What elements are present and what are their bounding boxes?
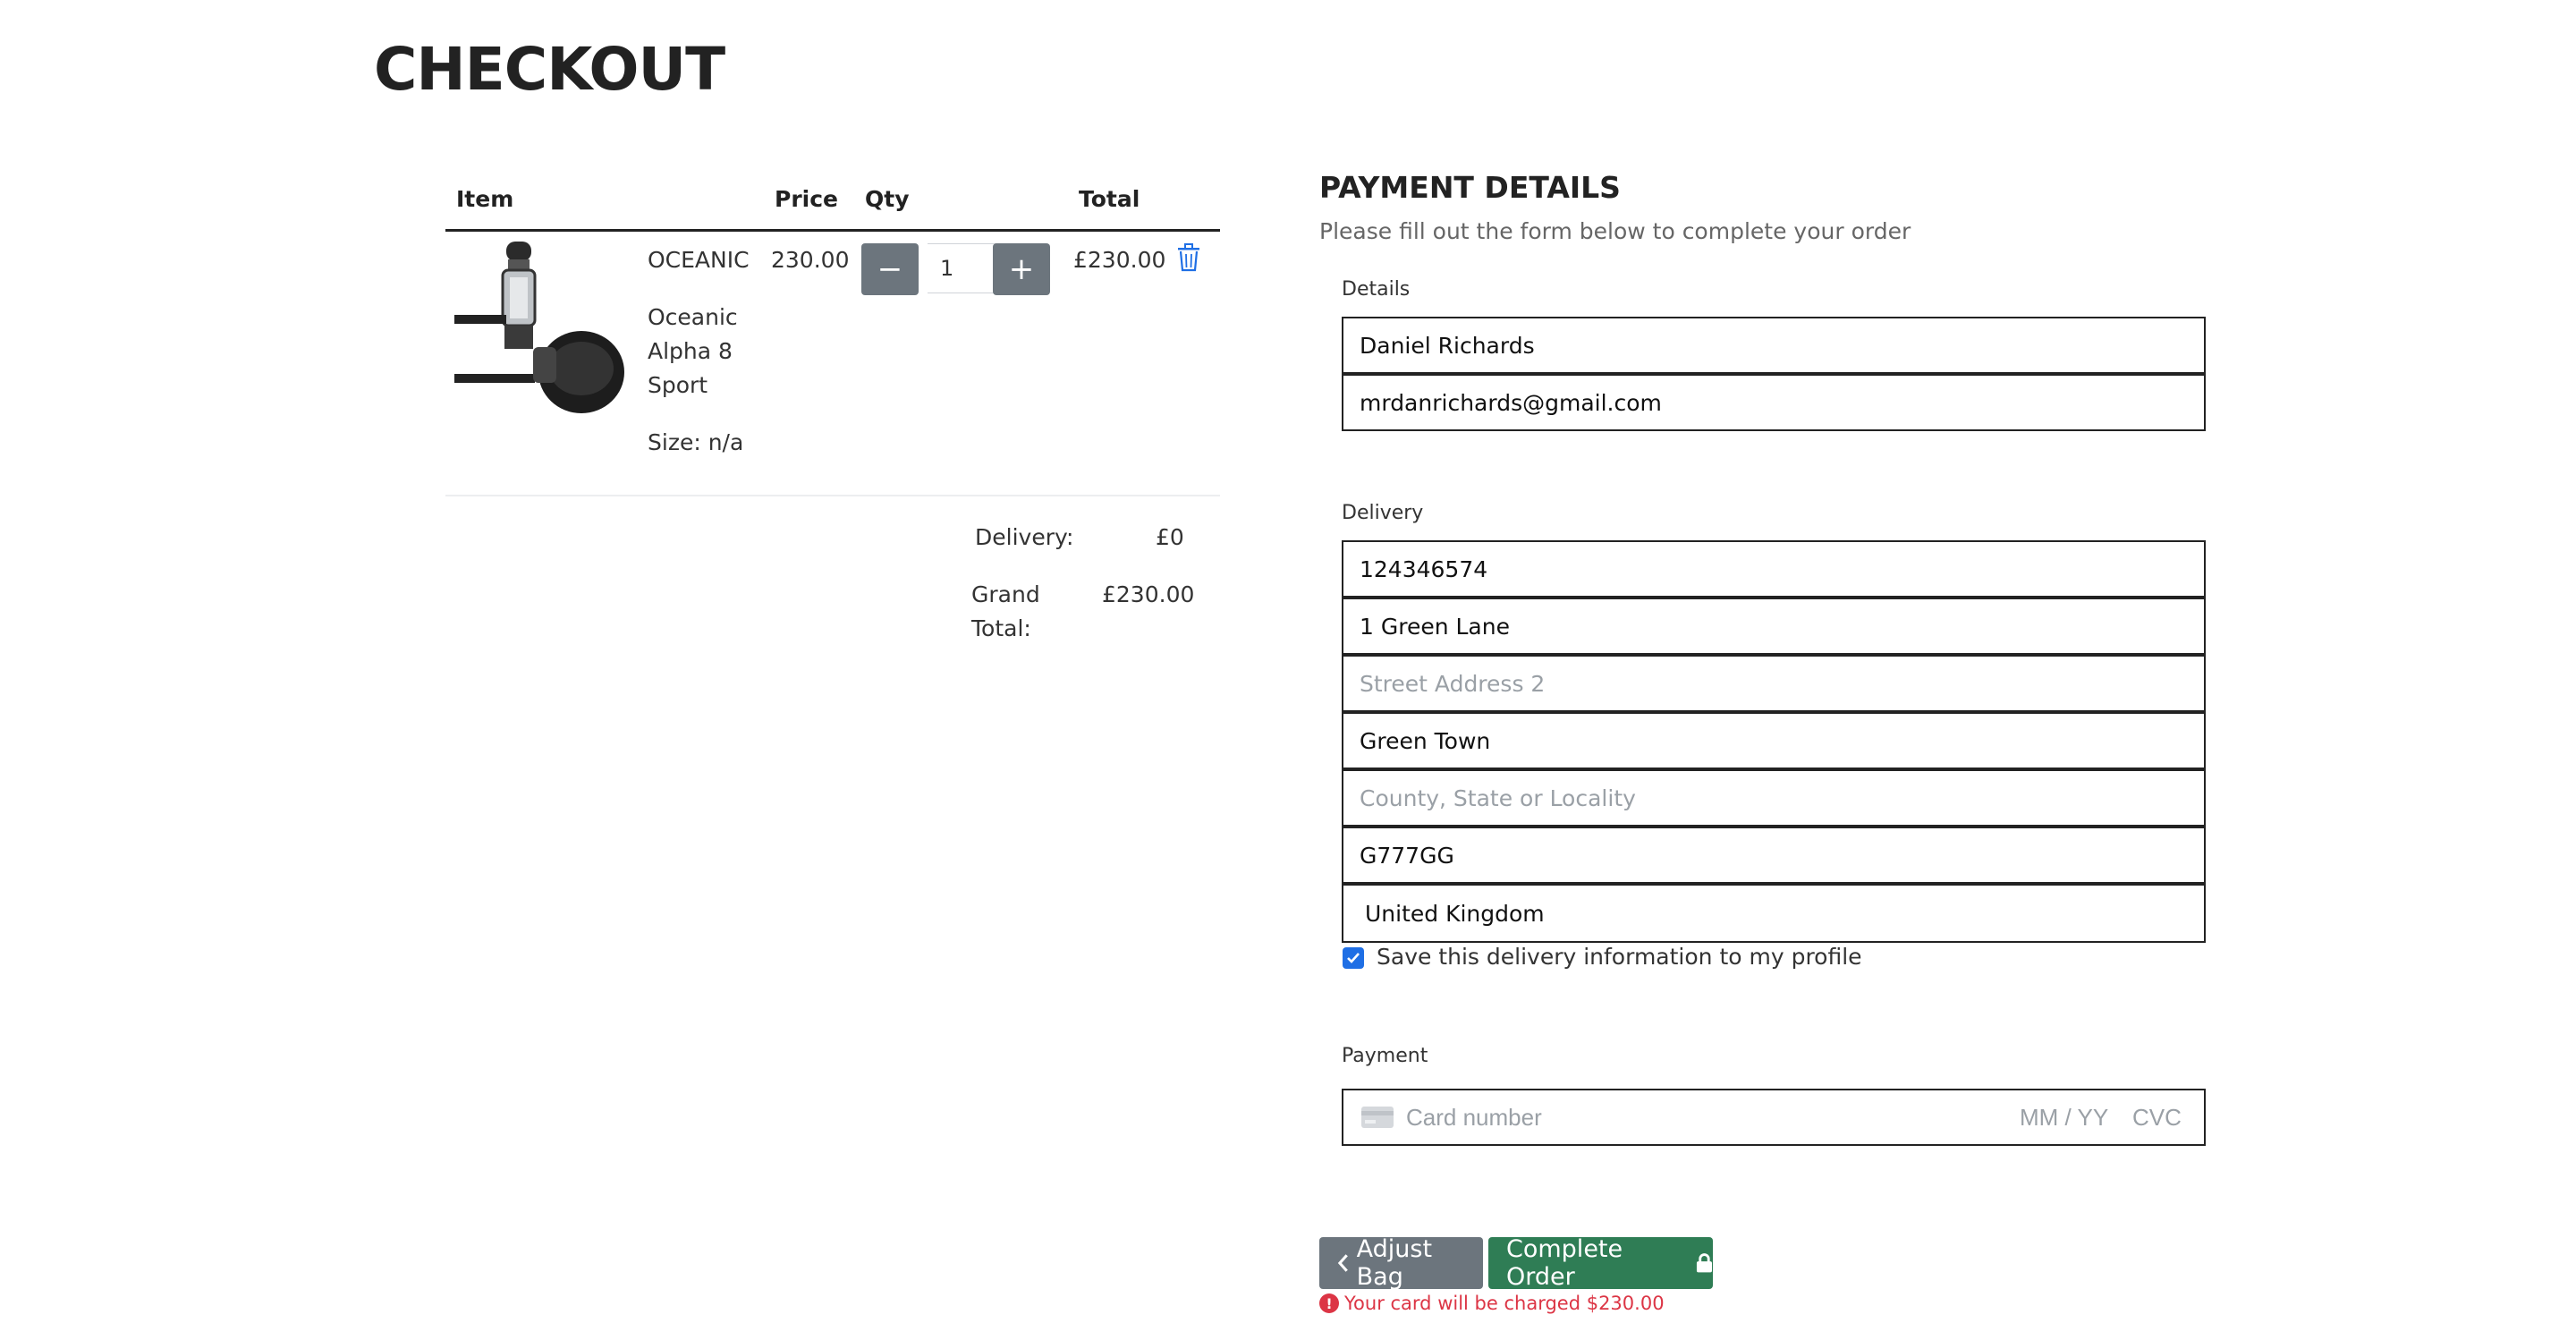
credit-card-icon bbox=[1361, 1107, 1394, 1128]
delivery-label: Delivery: bbox=[975, 524, 1074, 550]
grand-total-label: Grand bbox=[971, 581, 1040, 607]
payment-section-label: Payment bbox=[1342, 1045, 1428, 1067]
adjust-bag-label: Adjust Bag bbox=[1356, 1235, 1433, 1291]
qty-decrement-button[interactable]: − bbox=[861, 243, 919, 295]
header-total: Total bbox=[1079, 186, 1140, 212]
complete-order-label: Complete Order bbox=[1506, 1235, 1623, 1291]
grand-total-value: £230.00 bbox=[1102, 581, 1195, 607]
item-name-line: Oceanic bbox=[648, 304, 738, 330]
trash-icon[interactable] bbox=[1177, 243, 1200, 272]
table-header-divider bbox=[445, 229, 1220, 232]
payment-subtitle: Please fill out the form below to comple… bbox=[1319, 218, 1911, 244]
card-number-placeholder: Card number bbox=[1406, 1104, 1542, 1131]
qty-input[interactable] bbox=[928, 243, 999, 293]
expiry-placeholder: MM / YY bbox=[2020, 1104, 2109, 1131]
item-brand: OCEANIC bbox=[648, 247, 750, 273]
street-address-1-field[interactable] bbox=[1342, 598, 2206, 655]
item-price: 230.00 bbox=[771, 247, 850, 273]
full-name-field[interactable] bbox=[1342, 317, 2206, 374]
item-name-line: Alpha 8 bbox=[648, 338, 733, 364]
row-divider bbox=[445, 495, 1220, 496]
check-icon bbox=[1347, 953, 1360, 963]
page-title: CHECKOUT bbox=[374, 35, 725, 104]
regulator-product-image bbox=[454, 242, 624, 413]
complete-order-button[interactable]: Complete Order bbox=[1488, 1235, 1713, 1291]
email-field[interactable] bbox=[1342, 374, 2206, 431]
country-select[interactable]: United Kingdom bbox=[1342, 884, 2206, 943]
header-price: Price bbox=[775, 186, 838, 212]
lock-icon bbox=[1697, 1253, 1713, 1273]
save-info-checkbox[interactable] bbox=[1343, 947, 1364, 969]
postcode-field[interactable] bbox=[1342, 827, 2206, 884]
item-total: £230.00 bbox=[1073, 247, 1166, 273]
charge-note: ! Your card will be charged $230.00 bbox=[1319, 1293, 1665, 1314]
delivery-value: £0 bbox=[1156, 524, 1184, 550]
item-size: Size: n/a bbox=[648, 429, 744, 455]
qty-increment-button[interactable]: + bbox=[993, 243, 1050, 295]
header-qty: Qty bbox=[865, 186, 910, 212]
town-field[interactable] bbox=[1342, 712, 2206, 769]
street-address-2-field[interactable] bbox=[1342, 655, 2206, 712]
charge-note-text: Your card will be charged $230.00 bbox=[1344, 1293, 1665, 1314]
cvc-placeholder: CVC bbox=[2132, 1104, 2182, 1131]
payment-details-title: PAYMENT DETAILS bbox=[1319, 170, 1621, 205]
delivery-section-label: Delivery bbox=[1342, 502, 1424, 524]
phone-field[interactable] bbox=[1342, 540, 2206, 598]
details-label: Details bbox=[1342, 278, 1411, 301]
item-name-line: Sport bbox=[648, 372, 708, 398]
country-select-value: United Kingdom bbox=[1365, 900, 1545, 927]
adjust-bag-button[interactable]: Adjust Bag bbox=[1319, 1235, 1483, 1291]
chevron-left-icon bbox=[1337, 1254, 1348, 1272]
minus-icon: − bbox=[877, 251, 903, 287]
card-input[interactable]: Card number MM / YY CVC bbox=[1342, 1089, 2206, 1146]
alert-icon: ! bbox=[1319, 1293, 1339, 1313]
header-item: Item bbox=[456, 186, 514, 212]
save-info-label: Save this delivery information to my pro… bbox=[1377, 944, 1862, 970]
grand-total-label: Total: bbox=[971, 615, 1031, 641]
plus-icon: + bbox=[1008, 251, 1035, 287]
county-field[interactable] bbox=[1342, 769, 2206, 827]
